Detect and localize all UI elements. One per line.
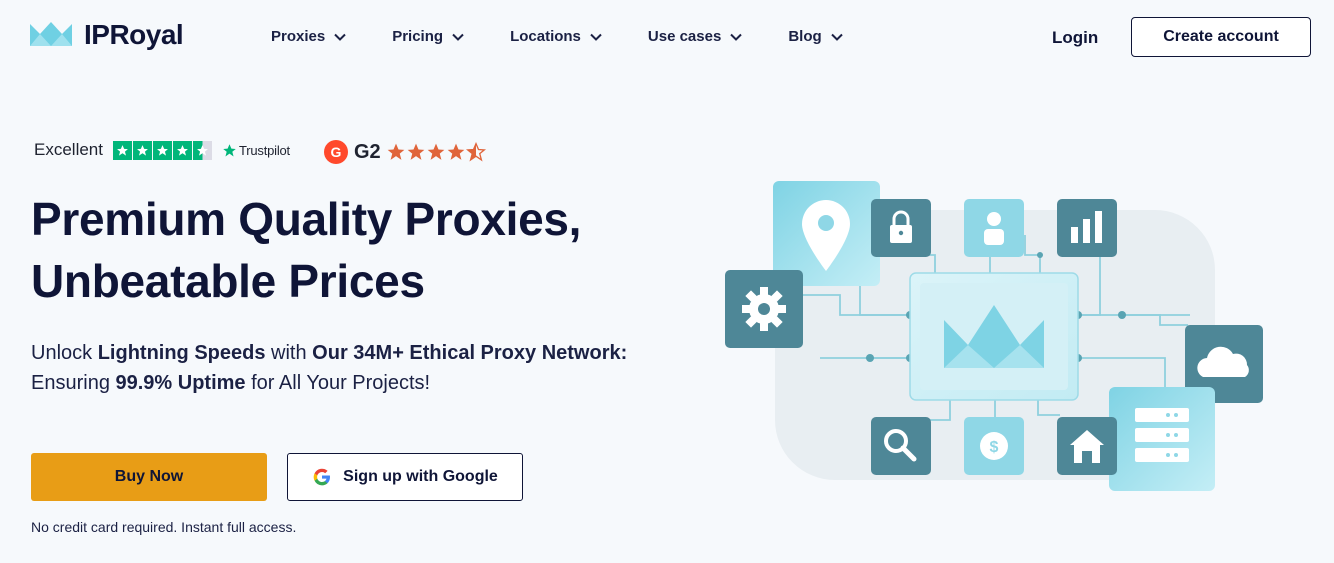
svg-text:$: $	[990, 439, 999, 456]
chevron-down-icon	[334, 33, 346, 41]
logo[interactable]: IPRoyal	[30, 19, 184, 51]
main-nav: Proxies Pricing Locations Use cases Blog	[271, 28, 889, 45]
chevron-down-icon	[830, 33, 843, 41]
g2-logo-icon: G	[323, 140, 348, 164]
sub-bold-3: 99.9% Uptime	[115, 372, 246, 394]
sub-bold-2: Our 34M+ Ethical Proxy Network:	[312, 342, 628, 364]
login-link[interactable]: Login	[1052, 28, 1098, 48]
ratings-bar: Excellent Trustpilot G G2	[34, 136, 486, 164]
chevron-down-icon	[590, 33, 602, 41]
star-icon	[447, 143, 464, 160]
crown-logo-icon	[30, 22, 72, 46]
g2-brand: G2	[353, 140, 381, 163]
half-star-icon	[192, 140, 212, 160]
headline-line-2: Unbeatable Prices	[31, 255, 425, 307]
nav-item-blog[interactable]: Blog	[788, 28, 843, 45]
proxy-network-illustration: $	[725, 181, 1263, 491]
star-icon	[152, 140, 172, 160]
home-icon	[1057, 417, 1117, 475]
trustpilot-star-icon	[223, 143, 236, 156]
nav-item-pricing[interactable]: Pricing	[392, 28, 464, 45]
star-icon	[427, 143, 444, 160]
google-icon	[313, 468, 331, 486]
create-account-button[interactable]: Create account	[1131, 17, 1311, 57]
hero-subheadline: Unlock Lightning Speeds with Our 34M+ Et…	[31, 338, 631, 398]
trustpilot-brand: Trustpilot	[238, 142, 290, 158]
nav-item-proxies[interactable]: Proxies	[271, 28, 346, 45]
nav-item-label: Blog	[788, 28, 822, 45]
g2-stars	[386, 142, 486, 162]
chevron-down-icon	[730, 33, 743, 41]
buy-now-button[interactable]: Buy Now	[31, 453, 267, 501]
sub-text-2: with	[265, 342, 313, 364]
nav-item-label: Pricing	[392, 28, 444, 45]
nav-item-locations[interactable]: Locations	[510, 28, 602, 45]
hero-headline: Premium Quality Proxies, Unbeatable Pric…	[31, 188, 581, 312]
nav-item-label: Use cases	[647, 28, 722, 45]
star-icon	[172, 140, 192, 160]
site-header: IPRoyal Proxies Pricing Locations Use ca…	[0, 0, 1334, 76]
gear-icon	[725, 270, 803, 348]
half-star-icon	[465, 142, 486, 162]
nav-item-use-cases[interactable]: Use cases	[647, 28, 743, 45]
g2-rating[interactable]: G G2	[323, 140, 486, 164]
sub-text-1: Unlock	[31, 342, 98, 364]
star-icon	[387, 143, 404, 160]
star-icon	[407, 143, 424, 160]
sub-bold-1: Lightning Speeds	[97, 342, 266, 364]
dollar-icon: $	[964, 417, 1024, 475]
google-signup-label: Sign up with Google	[343, 468, 498, 485]
sub-text-4: for All Your Projects!	[245, 372, 431, 394]
trustpilot-stars	[112, 140, 213, 160]
nav-item-label: Locations	[510, 28, 581, 45]
trustpilot-rating-label: Excellent	[34, 140, 103, 159]
headline-line-1: Premium Quality Proxies,	[31, 193, 582, 245]
nav-item-label: Proxies	[271, 28, 326, 45]
google-signup-button[interactable]: Sign up with Google	[287, 453, 523, 501]
star-icon	[112, 140, 132, 160]
no-credit-card-note: No credit card required. Instant full ac…	[31, 519, 297, 535]
trustpilot-logo[interactable]: Trustpilot	[222, 143, 290, 158]
brand-name: IPRoyal	[84, 19, 184, 50]
star-icon	[132, 140, 152, 160]
user-icon	[964, 199, 1024, 257]
sub-text-3: Ensuring	[31, 372, 116, 394]
server-icon	[1109, 387, 1215, 491]
search-icon	[871, 417, 931, 475]
chevron-down-icon	[452, 33, 464, 41]
bar-chart-icon	[1057, 199, 1117, 257]
lock-icon	[871, 199, 931, 257]
